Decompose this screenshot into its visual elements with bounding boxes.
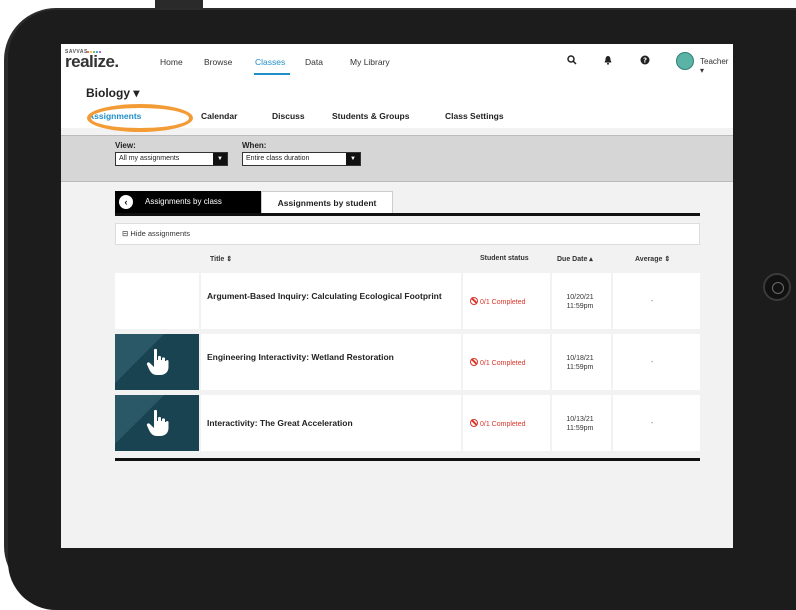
tablet-screen: SAVVAS realize. Home Browse Classes Data… bbox=[61, 44, 733, 548]
table-row[interactable]: Interactivity: The Great Acceleration 0/… bbox=[115, 395, 700, 451]
nav-home[interactable]: Home bbox=[160, 57, 183, 67]
tab-assignments-by-class[interactable]: ‹ Assignments by class bbox=[115, 191, 261, 213]
view-label: View: bbox=[115, 141, 136, 150]
chevron-down-icon: ▼ bbox=[213, 153, 227, 165]
tab-calendar[interactable]: Calendar bbox=[201, 111, 237, 121]
view-select[interactable]: All my assignments ▼ bbox=[115, 152, 228, 166]
home-button bbox=[763, 273, 791, 301]
avatar[interactable] bbox=[676, 52, 694, 70]
pointer-hand-icon bbox=[146, 409, 170, 444]
column-header-due-date[interactable]: Due Date ▴ bbox=[557, 255, 593, 263]
table-row[interactable]: Engineering Interactivity: Wetland Resto… bbox=[115, 334, 700, 390]
nav-data[interactable]: Data bbox=[305, 57, 323, 67]
column-header-status: Student status bbox=[480, 255, 529, 262]
nav-my-library[interactable]: My Library bbox=[350, 57, 390, 67]
tab-students-groups[interactable]: Students & Groups bbox=[332, 111, 409, 121]
user-menu[interactable]: Teacher ▾ bbox=[700, 57, 733, 75]
table-bottom-rule bbox=[115, 458, 700, 461]
interactivity-thumbnail bbox=[115, 334, 199, 390]
due-date: 10/18/21 11:59pm bbox=[561, 354, 599, 372]
help-icon[interactable]: ? bbox=[640, 55, 650, 67]
view-select-value: All my assignments bbox=[119, 155, 180, 162]
student-status: 0/1 Completed bbox=[470, 419, 526, 428]
due-date-time: 11:59pm bbox=[566, 303, 594, 310]
average-score: - bbox=[651, 298, 654, 305]
tab-assignments-by-student[interactable]: Assignments by student bbox=[261, 191, 393, 213]
highlight-circle bbox=[87, 104, 193, 132]
average-score: - bbox=[651, 420, 654, 427]
nav-active-underline bbox=[254, 73, 290, 75]
class-title-dropdown[interactable]: Biology ▾ bbox=[86, 86, 139, 100]
due-date: 10/13/21 11:59pm bbox=[561, 415, 599, 433]
nav-classes[interactable]: Classes bbox=[255, 57, 285, 67]
due-date-time: 11:59pm bbox=[566, 364, 594, 371]
due-date: 10/20/21 11:59pm bbox=[561, 293, 599, 311]
no-entry-icon bbox=[470, 419, 478, 427]
when-select-value: Entire class duration bbox=[246, 155, 310, 162]
due-date-time: 11:59pm bbox=[566, 425, 594, 432]
chevron-down-icon: ▼ bbox=[346, 153, 360, 165]
column-header-average[interactable]: Average ⇕ bbox=[635, 255, 670, 263]
bell-icon[interactable] bbox=[604, 55, 612, 67]
due-date-day: 10/13/21 bbox=[566, 416, 594, 423]
when-select[interactable]: Entire class duration ▼ bbox=[242, 152, 361, 166]
logo-realize-text: realize. bbox=[65, 52, 119, 71]
table-top-rule bbox=[115, 213, 700, 216]
column-header-title[interactable]: Title ⇕ bbox=[210, 255, 232, 263]
realize-logo[interactable]: SAVVAS realize. bbox=[65, 49, 119, 72]
assignment-thumbnail-blank bbox=[115, 273, 199, 329]
when-label: When: bbox=[242, 141, 267, 150]
average-score: - bbox=[651, 359, 654, 366]
status-text: 0/1 Completed bbox=[480, 360, 526, 367]
assignment-title[interactable]: Argument-Based Inquiry: Calculating Ecol… bbox=[207, 291, 447, 301]
back-arrow-icon[interactable]: ‹ bbox=[119, 195, 133, 209]
tab-discuss[interactable]: Discuss bbox=[272, 111, 305, 121]
status-text: 0/1 Completed bbox=[480, 421, 526, 428]
tab-class-settings[interactable]: Class Settings bbox=[445, 111, 504, 121]
hide-assignments-toggle[interactable]: ⊟ Hide assignments bbox=[115, 223, 700, 245]
table-row[interactable]: Argument-Based Inquiry: Calculating Ecol… bbox=[115, 273, 700, 329]
pointer-hand-icon bbox=[146, 348, 170, 383]
search-icon[interactable] bbox=[567, 55, 577, 67]
no-entry-icon bbox=[470, 358, 478, 366]
nav-browse[interactable]: Browse bbox=[204, 57, 232, 67]
top-navigation-bar: SAVVAS realize. Home Browse Classes Data… bbox=[61, 44, 733, 78]
tab-assignments-by-class-label: Assignments by class bbox=[145, 197, 222, 206]
no-entry-icon bbox=[470, 297, 478, 305]
student-status: 0/1 Completed bbox=[470, 358, 526, 367]
assignment-title[interactable]: Engineering Interactivity: Wetland Resto… bbox=[207, 352, 447, 362]
status-text: 0/1 Completed bbox=[480, 299, 526, 306]
assignment-title[interactable]: Interactivity: The Great Acceleration bbox=[207, 418, 447, 428]
svg-text:?: ? bbox=[643, 57, 647, 65]
due-date-day: 10/20/21 bbox=[566, 294, 594, 301]
due-date-day: 10/18/21 bbox=[566, 355, 594, 362]
student-status: 0/1 Completed bbox=[470, 297, 526, 306]
interactivity-thumbnail bbox=[115, 395, 199, 451]
logo-dots bbox=[87, 51, 101, 53]
